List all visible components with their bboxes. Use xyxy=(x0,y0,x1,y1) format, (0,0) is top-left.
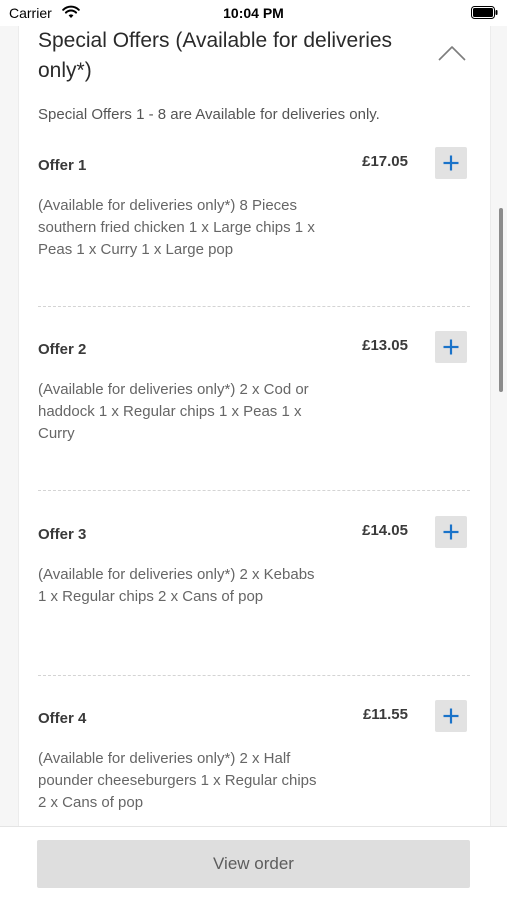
section-title: Special Offers (Available for deliveries… xyxy=(38,29,393,82)
offer-description: (Available for deliveries only*) 2 x Keb… xyxy=(38,566,315,605)
special-offers-card: Special Offers (Available for deliveries… xyxy=(18,0,491,830)
divider xyxy=(38,675,470,676)
status-bar: Carrier 10:04 PM xyxy=(0,0,507,26)
plus-icon xyxy=(443,524,459,540)
view-order-button[interactable]: View order xyxy=(37,840,470,888)
offer-title: Offer 1 xyxy=(38,157,87,174)
scrollbar[interactable] xyxy=(499,208,503,392)
offer-description: (Available for deliveries only*) 8 Piece… xyxy=(38,197,315,258)
offer-title: Offer 2 xyxy=(38,341,87,358)
offer-title: Offer 3 xyxy=(38,526,87,543)
plus-icon xyxy=(443,339,459,355)
list-item-offer-1: Offer 1 £17.05 (Available for deliveries… xyxy=(19,147,490,331)
section-note: Special Offers 1 - 8 are Available for d… xyxy=(38,106,380,123)
add-offer-3-button[interactable] xyxy=(435,516,467,548)
screen: Carrier 10:04 PM Special Offers (Availab… xyxy=(0,0,507,900)
divider xyxy=(38,306,470,307)
add-offer-1-button[interactable] xyxy=(435,147,467,179)
offer-description: (Available for deliveries only*) 2 x Hal… xyxy=(38,750,317,811)
clock: 10:04 PM xyxy=(223,5,284,21)
plus-icon xyxy=(443,155,459,171)
offer-price: £17.05 xyxy=(362,153,408,170)
add-offer-4-button[interactable] xyxy=(435,700,467,732)
chevron-up-icon[interactable] xyxy=(437,44,467,62)
plus-icon xyxy=(443,708,459,724)
list-item-offer-2: Offer 2 £13.05 (Available for deliveries… xyxy=(19,331,490,515)
battery-icon xyxy=(471,6,498,19)
list-item-offer-3: Offer 3 £14.05 (Available for deliveries… xyxy=(19,516,490,700)
offer-description: (Available for deliveries only*) 2 x Cod… xyxy=(38,381,309,442)
divider xyxy=(38,490,470,491)
bottom-bar: View order xyxy=(0,826,507,900)
list-item-offer-4: Offer 4 £11.55 (Available for deliveries… xyxy=(19,700,490,830)
offer-title: Offer 4 xyxy=(38,710,87,727)
offer-price: £14.05 xyxy=(362,522,408,539)
offer-price: £13.05 xyxy=(362,337,408,354)
offer-price: £11.55 xyxy=(362,706,408,723)
add-offer-2-button[interactable] xyxy=(435,331,467,363)
